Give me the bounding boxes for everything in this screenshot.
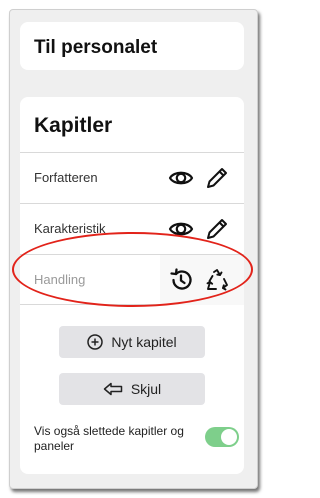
chapter-actions — [160, 204, 244, 254]
hide-button[interactable]: Skjul — [59, 373, 205, 405]
hide-label: Skjul — [130, 381, 162, 397]
eye-icon[interactable] — [168, 165, 194, 191]
toggle-knob — [221, 429, 237, 445]
chapter-label-deleted: Handling — [34, 272, 86, 287]
arrow-left-icon — [103, 382, 123, 396]
chapter-label: Forfatteren — [34, 170, 98, 185]
chapters-card: Kapitler Forfatteren Karakteristik Handl… — [20, 97, 244, 474]
chapter-row-forfatteren: Forfatteren — [20, 152, 244, 203]
chapter-row-karakteristik: Karakteristik — [20, 203, 244, 254]
eye-icon[interactable] — [168, 216, 194, 242]
plus-circle-icon — [87, 334, 104, 350]
staff-section-card: Til personalet — [20, 22, 244, 70]
add-chapter-button[interactable]: Nyt kapitel — [59, 326, 205, 358]
pencil-icon[interactable] — [204, 216, 230, 242]
chapter-actions — [160, 255, 244, 305]
add-chapter-label: Nyt kapitel — [111, 334, 177, 350]
chapter-label: Karakteristik — [34, 221, 106, 236]
recycle-icon[interactable] — [204, 267, 230, 293]
show-deleted-label: Vis også slettede kapitler og paneler — [34, 424, 184, 453]
pencil-icon[interactable] — [204, 165, 230, 191]
staff-section-title: Til personalet — [34, 37, 158, 58]
chapters-title: Kapitler — [34, 114, 113, 137]
chapter-row-handling: Handling — [20, 254, 244, 305]
chapter-actions — [160, 153, 244, 203]
show-deleted-toggle[interactable] — [205, 427, 239, 447]
history-icon[interactable] — [168, 267, 194, 293]
